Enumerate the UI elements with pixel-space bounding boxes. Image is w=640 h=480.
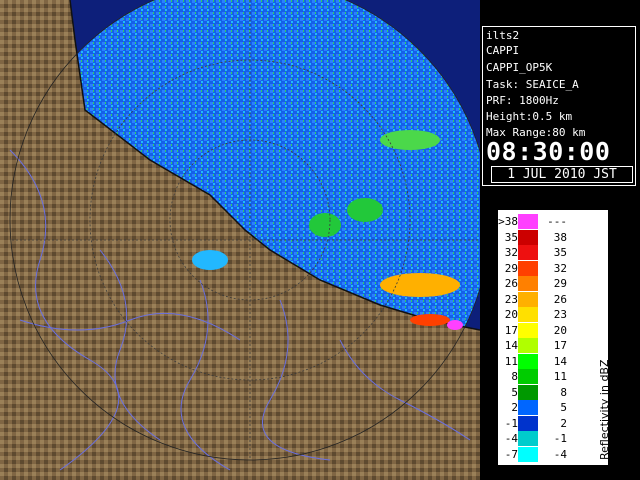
legend-swatch [518,353,538,369]
legend-lower-value: 35 [504,230,518,244]
legend-row: -7 -4 [498,446,608,462]
legend-row: 14 17 [498,338,608,353]
legend-swatch [518,322,538,338]
legend-row: 17 20 [498,322,608,338]
side-panel: ilts2 CAPPI CAPPI_OP5K Task: SEAICE_A PR… [480,0,640,480]
time-display: 08:30:00 [486,137,611,166]
legend-row: 11 14 [498,353,608,369]
product-type: CAPPI [486,44,520,57]
legend-upper-value: 8 [560,385,567,399]
legend-swatch [518,431,538,446]
legend-swatch [518,276,538,291]
legend-row: 58 [498,384,608,400]
radar-map [0,0,480,480]
legend-row: 25 [498,400,608,415]
legend-swatch [518,400,538,415]
legend-upper-value: 23 [553,308,567,321]
legend-upper-value: 11 [553,370,567,383]
legend-swatch [518,245,538,260]
color-legend: >38 --- 35 38 32 35 29 32 26 29 23 26 20 23 17 20 14 17 11… [498,210,611,465]
legend-swatch [518,229,538,245]
prf-label: PRF: 1800Hz [486,94,559,107]
legend-swatch [518,291,538,307]
legend-swatch [518,260,538,276]
legend-lower-value: 29 [504,261,518,275]
legend-upper-value: 29 [553,277,567,290]
legend-upper-value: 17 [553,339,567,352]
legend-lower-value: >38 [498,215,518,228]
legend-swatch [518,446,538,462]
height-label: Height:0.5 km [486,110,573,123]
legend-upper-value: 20 [553,323,567,337]
legend-row: 23 26 [498,291,608,307]
legend-lower-value: 20 [504,308,518,321]
legend-lower-value: 17 [504,323,518,337]
legend-row: 20 23 [498,307,608,322]
legend-row: -1 2 [498,415,608,431]
legend-swatch [518,338,538,353]
legend-upper-value: -1 [553,432,567,445]
legend-swatch [518,214,538,229]
legend-row: -4 -1 [498,431,608,446]
legend-upper-value: 14 [553,354,567,368]
legend-lower-value: 5 [511,385,518,399]
legend-lower-value: 2 [511,401,518,414]
legend-upper-value: 26 [553,292,567,306]
legend-row: 26 29 [498,276,608,291]
legend-swatch [518,369,538,384]
legend-upper-value: 2 [560,416,567,430]
legend-lower-value: 8 [511,370,518,383]
legend-upper-value: 32 [553,261,567,275]
legend-upper-value: -4 [553,447,567,461]
site-name: ilts2 [486,29,520,42]
legend-row: 29 32 [498,260,608,276]
legend-lower-value: 23 [504,292,518,306]
legend-lower-value: 11 [504,354,518,368]
legend-lower-value: 26 [504,277,518,290]
legend-row: 8 11 [498,369,608,384]
legend-lower-value: 14 [504,339,518,352]
legend-lower-value: -4 [504,432,518,445]
legend-row: 32 35 [498,245,608,260]
legend-upper-value: --- [547,215,567,228]
legend-swatch [518,384,538,400]
legend-lower-value: 32 [504,246,518,259]
legend-row: >38 --- [498,214,608,229]
legend-swatch [518,415,538,431]
legend-swatch [518,307,538,322]
legend-lower-value: -1 [504,416,518,430]
legend-lower-value: -7 [504,447,518,461]
legend-upper-value: 38 [553,230,567,244]
task-label: Task: SEAICE_A [486,78,579,91]
legend-row: 35 38 [498,229,608,245]
date-display: 1 JUL 2010 JST [491,166,633,183]
product-name: CAPPI_OP5K [486,61,553,74]
legend-unit-label: Reflectivity in dBZ [598,359,611,460]
legend-upper-value: 5 [560,401,567,414]
legend-upper-value: 35 [553,246,567,259]
info-panel: ilts2 CAPPI CAPPI_OP5K Task: SEAICE_A PR… [482,26,636,186]
